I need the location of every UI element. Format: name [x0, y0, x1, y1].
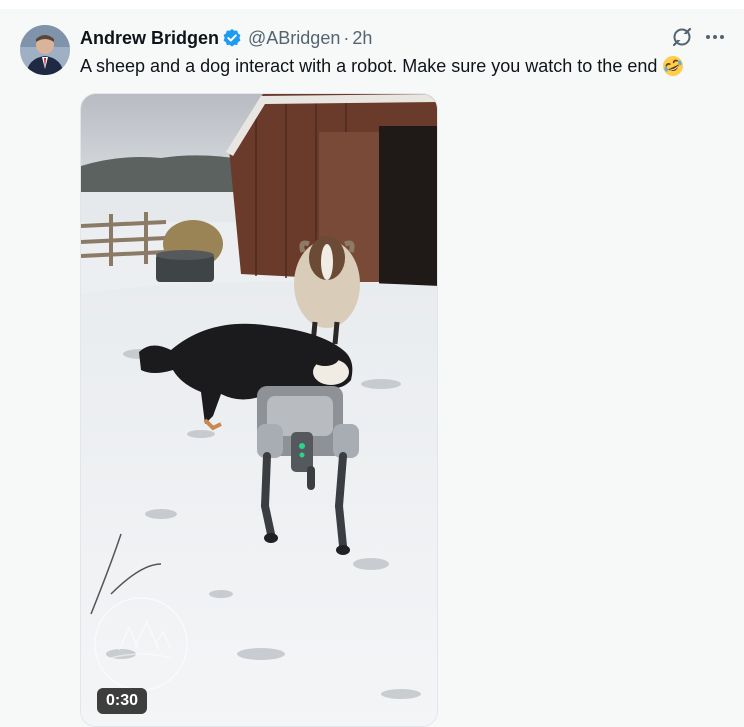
grok-icon[interactable] — [671, 26, 693, 48]
tweet-timestamp[interactable]: 2h — [352, 28, 372, 49]
tweet-card[interactable]: Andrew Bridgen @ABridgen · 2h A sheep an… — [0, 9, 744, 727]
author-display-name[interactable]: Andrew Bridgen — [80, 28, 219, 49]
author-handle[interactable]: @ABridgen — [248, 28, 340, 49]
more-options-icon[interactable] — [704, 26, 726, 48]
separator-dot: · — [343, 27, 350, 48]
watermark-logo — [89, 592, 193, 696]
video-player[interactable]: 0:30 — [80, 93, 438, 727]
author-avatar[interactable] — [20, 25, 70, 75]
tweet-text: A sheep and a dog interact with a robot.… — [80, 56, 658, 76]
verified-badge-icon — [222, 28, 242, 48]
video-duration-badge: 0:30 — [97, 688, 148, 714]
tweet-text-row: A sheep and a dog interact with a robot.… — [80, 54, 684, 78]
laughing-emoji-icon — [662, 55, 684, 77]
